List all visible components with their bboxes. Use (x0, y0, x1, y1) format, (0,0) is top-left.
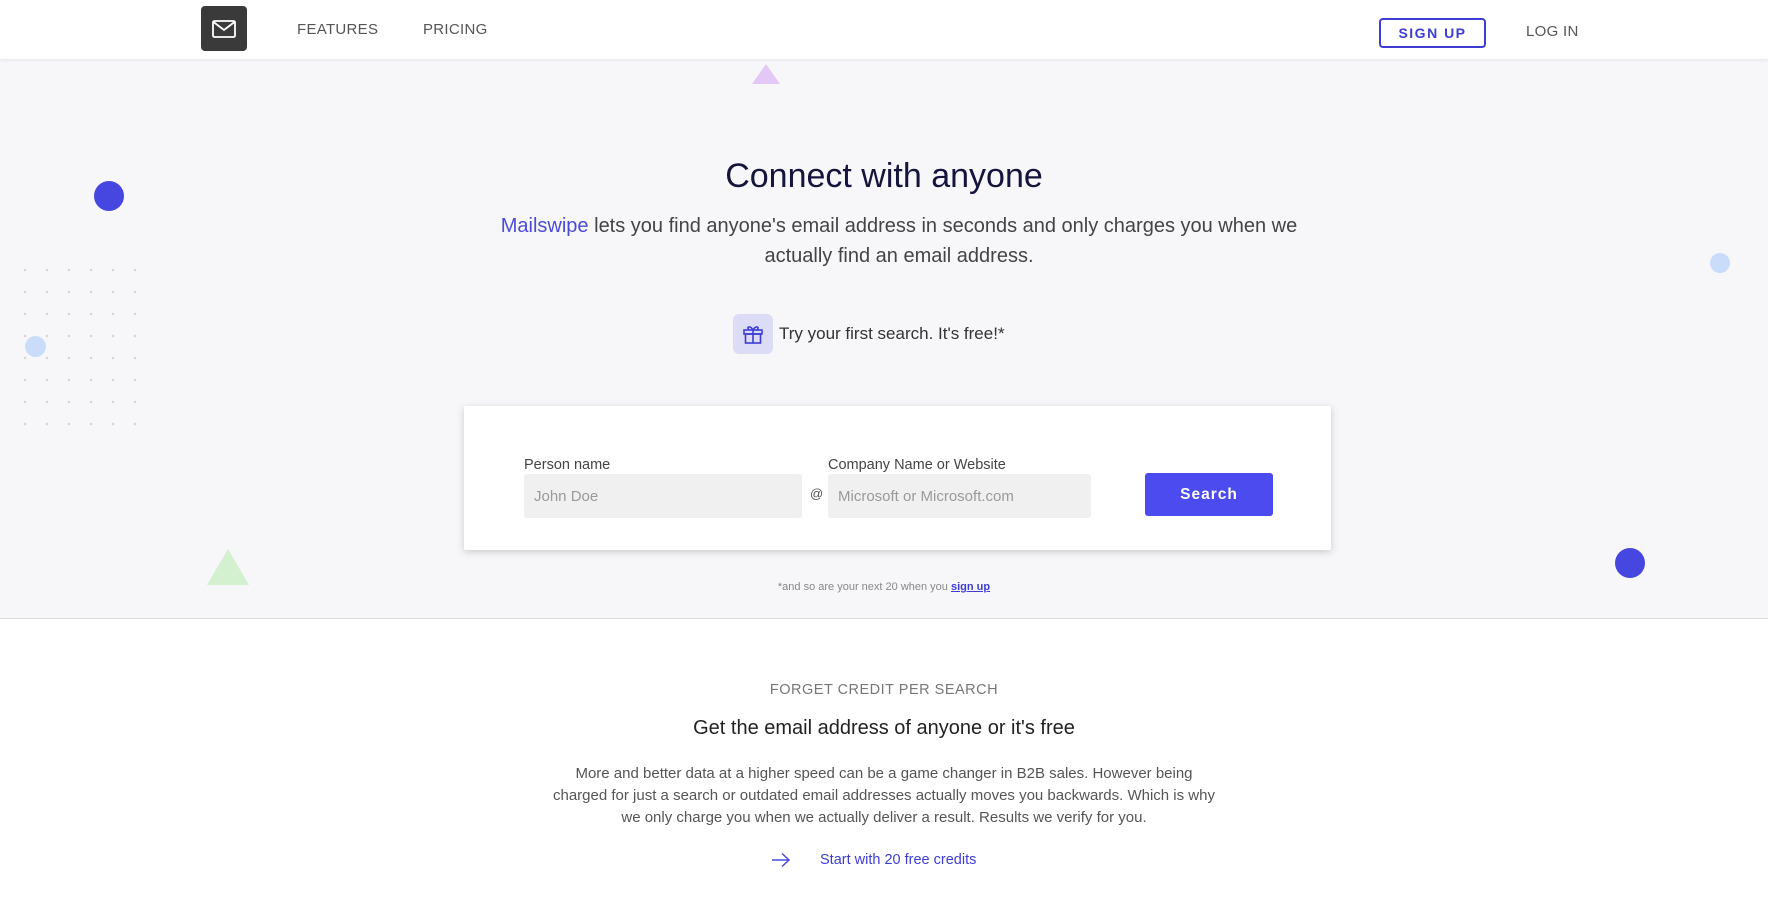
top-navbar: FEATURES PRICING SIGN UP LOG IN (0, 0, 1768, 59)
search-card: Person name @ Company Name or Website Se… (464, 406, 1331, 550)
footnote: *and so are your next 20 when you sign u… (0, 581, 1768, 593)
nav-features-link[interactable]: FEATURES (297, 21, 378, 38)
hero-description-text: lets you find anyone's email address in … (588, 215, 1298, 267)
login-link[interactable]: LOG IN (1526, 23, 1579, 40)
section-title: Get the email address of anyone or it's … (693, 717, 1075, 739)
person-name-label: Person name (524, 457, 611, 473)
at-sign: @ (810, 486, 824, 501)
company-input[interactable] (828, 474, 1091, 518)
hero-description: Mailswipe lets you find anyone's email a… (500, 211, 1298, 271)
brand-name: Mailswipe (500, 215, 589, 237)
free-credits-link[interactable]: Start with 20 free credits (820, 852, 976, 868)
company-label: Company Name or Website (828, 457, 1006, 473)
gift-icon (743, 326, 763, 344)
hero-title: Connect with anyone (725, 157, 1043, 195)
light-circle-decoration (25, 336, 46, 357)
section-body: More and better data at a higher speed c… (553, 765, 1215, 826)
section-kicker: FORGET CREDIT PER SEARCH (769, 682, 999, 698)
blue-circle-decoration (1615, 548, 1645, 578)
signup-button[interactable]: SIGN UP (1379, 18, 1486, 48)
person-name-input[interactable] (524, 474, 802, 518)
footnote-signup-link[interactable]: sign up (951, 581, 990, 593)
footnote-text: *and so are your next 20 when you (777, 581, 951, 593)
gift-icon-box (733, 314, 773, 354)
green-triangle-decoration (207, 549, 249, 585)
purple-triangle-decoration (752, 64, 780, 84)
logo[interactable] (201, 6, 247, 51)
try-free-text: Try your first search. It's free!* (779, 324, 1005, 343)
nav-pricing-link[interactable]: PRICING (423, 21, 488, 38)
arrow-right-icon (772, 852, 791, 868)
free-credits-cta[interactable]: Start with 20 free credits (771, 852, 976, 868)
light-circle-decoration (1710, 253, 1730, 273)
hero-section: Connect with anyone Mailswipe lets you f… (0, 59, 1768, 619)
envelope-icon (212, 19, 236, 38)
search-button[interactable]: Search (1145, 473, 1273, 516)
free-search-note: Try your first search. It's free!* (733, 314, 1005, 354)
